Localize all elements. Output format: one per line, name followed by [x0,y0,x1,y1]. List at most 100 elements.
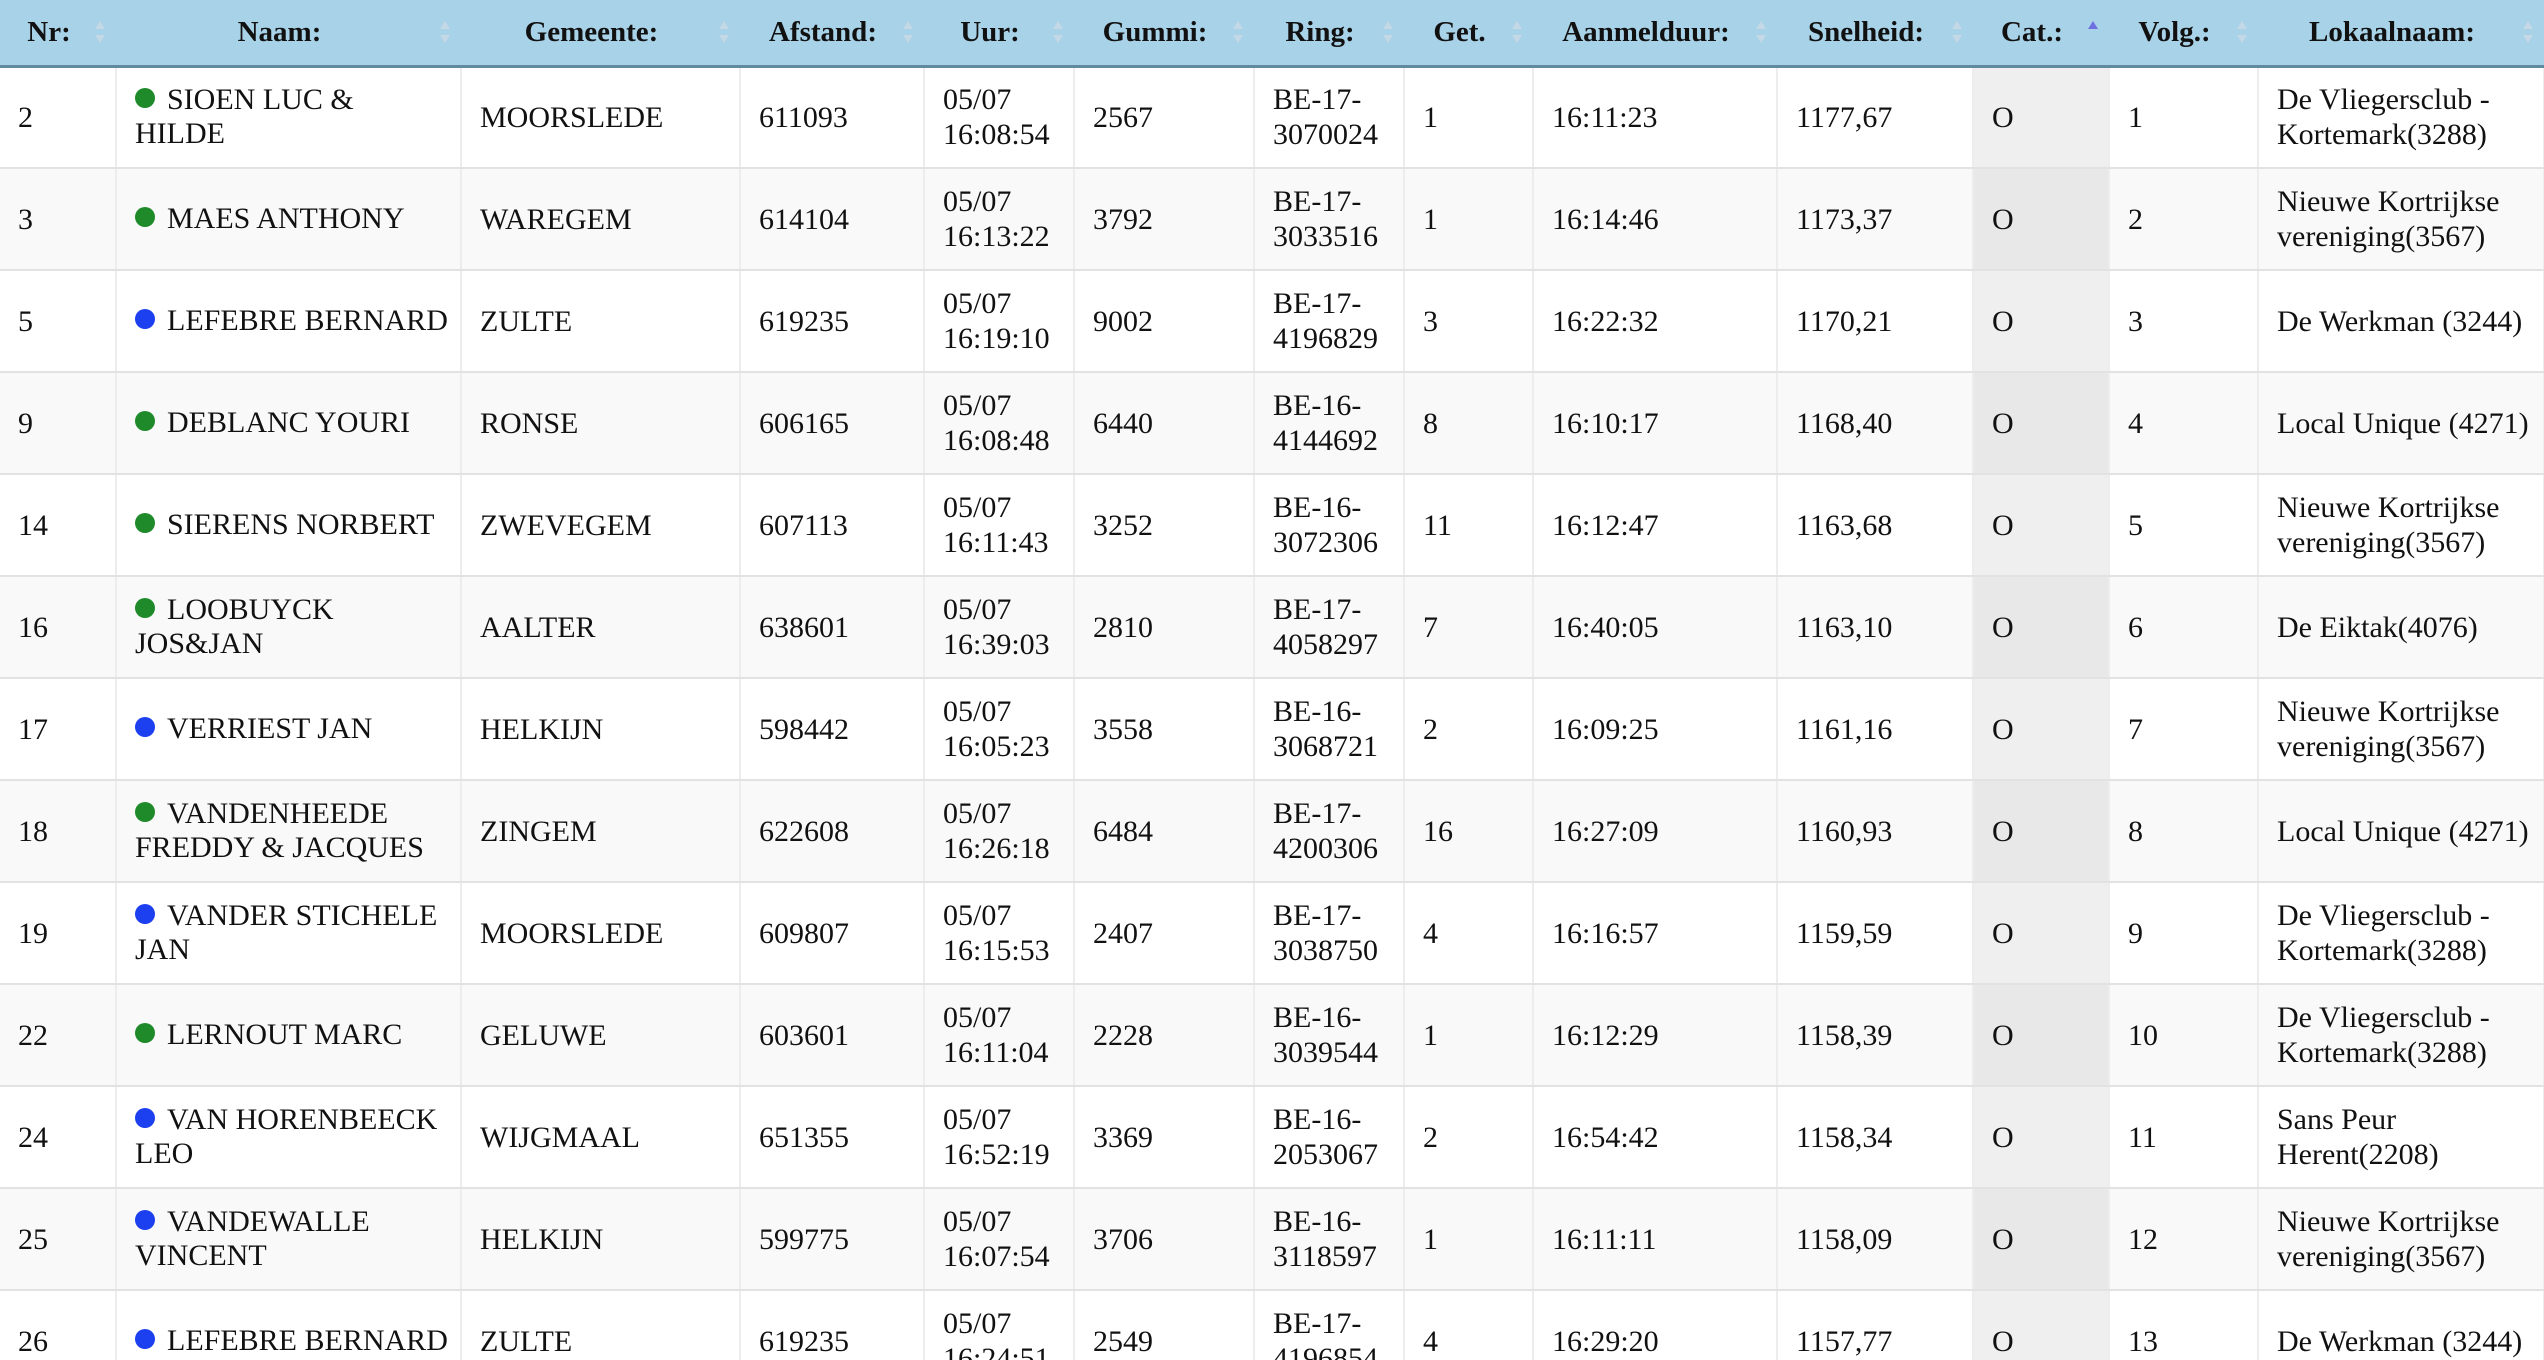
table-row[interactable]: 22 LERNOUT MARC GELUWE 603601 05/07 16:11:04… [0,984,2544,1087]
cell-afstand: 609807 [740,882,925,985]
table-row[interactable]: 5 LEFEBRE BERNARD ZULTE 619235 05/07 16:19:1… [0,270,2544,373]
cell-aanmelduur: 16:12:47 [1533,474,1778,577]
column-header-afstand[interactable]: Afstand: [740,0,924,68]
column-header-aanmelduur[interactable]: Aanmelduur: [1533,0,1777,68]
cell-gummi: 2549 [1074,1290,1255,1360]
cell-nr: 3 [0,168,117,271]
snelheid-text: 1158,34 [1796,1120,1893,1154]
column-header-naam[interactable]: Naam: [116,0,461,68]
snelheid-text: 1168,40 [1796,406,1893,440]
column-header-gemeente[interactable]: Gemeente: [461,0,740,68]
column-header-label: Gummi: [1102,15,1208,48]
cell-ring: BE-16-4144692 [1254,372,1405,475]
column-header-label: Volg.: [2138,15,2211,48]
aanmelduur-text: 16:40:05 [1552,610,1659,644]
cell-snelheid: 1163,10 [1777,576,1974,679]
column-header-lokaal[interactable]: Lokaalnaam: [2258,0,2544,68]
cell-snelheid: 1157,77 [1777,1290,1974,1360]
cell-snelheid: 1158,09 [1777,1188,1974,1291]
cell-volg: 7 [2109,678,2259,781]
nr-text: 24 [18,1120,48,1154]
uur-text: 05/07 16:39:03 [943,593,1050,661]
gummi-text: 2228 [1093,1018,1153,1052]
column-header-label: Lokaalnaam: [2309,15,2475,48]
gemeente-text: ZWEVEGEM [480,508,652,542]
cell-afstand: 614104 [740,168,925,271]
naam-text: LEFEBRE BERNARD [167,304,448,337]
column-header-gummi[interactable]: Gummi: [1074,0,1254,68]
cell-lokaal: Nieuwe Kortrijkse vereniging(3567) [2258,474,2544,577]
gemeente-text: RONSE [480,406,579,440]
cell-snelheid: 1168,40 [1777,372,1974,475]
column-header-ring[interactable]: Ring: [1254,0,1404,68]
cell-gemeente: ZULTE [461,1290,741,1360]
cell-ring: BE-17-4196854 [1254,1290,1405,1360]
cell-nr: 24 [0,1086,117,1189]
table-row[interactable]: 26 LEFEBRE BERNARD ZULTE 619235 05/07 16:24:… [0,1290,2544,1360]
cell-naam: VERRIEST JAN [116,678,462,781]
cell-cat: O [1973,780,2110,883]
ring-text: BE-17-3070024 [1273,83,1378,152]
table-row[interactable]: 9 DEBLANC YOURI RONSE 606165 05/07 16:08:48 6… [0,372,2544,475]
table-row[interactable]: 14 SIERENS NORBERT ZWEVEGEM 607113 05/07 16:… [0,474,2544,577]
cell-cat: O [1973,984,2110,1087]
column-header-snelheid[interactable]: Snelheid: [1777,0,1973,68]
column-header-cat[interactable]: Cat.: [1973,0,2109,68]
afstand-text: 609807 [759,916,849,950]
cell-snelheid: 1161,16 [1777,678,1974,781]
volg-text: 11 [2128,1120,2157,1154]
table-row[interactable]: 3 MAES ANTHONY WAREGEM 614104 05/07 16:13:22… [0,168,2544,271]
table-row[interactable]: 18 VANDENHEEDE FREDDY & JACQUES ZINGEM 6226… [0,780,2544,883]
uur-text: 05/07 16:13:22 [943,185,1050,253]
column-header-nr[interactable]: Nr: [0,0,116,68]
get-text: 2 [1423,712,1438,746]
status-dot-icon [135,207,155,227]
table-row[interactable]: 17 VERRIEST JAN HELKIJN 598442 05/07 16:05:2… [0,678,2544,781]
aanmelduur-text: 16:14:46 [1552,202,1659,236]
volg-text: 10 [2128,1018,2158,1052]
gummi-text: 2810 [1093,610,1153,644]
cell-cat: O [1973,270,2110,373]
cell-aanmelduur: 16:11:23 [1533,66,1778,169]
column-header-uur[interactable]: Uur: [924,0,1074,68]
lokaal-text: Nieuwe Kortrijkse vereniging(3567) [2277,491,2500,559]
column-header-volg[interactable]: Volg.: [2109,0,2258,68]
gummi-text: 3558 [1093,712,1153,746]
sort-arrows-icon [2087,19,2099,45]
uur-text: 05/07 16:05:23 [943,695,1050,763]
table-row[interactable]: 25 VANDEWALLE VINCENT HELKIJN 599775 05/07 1… [0,1188,2544,1291]
cell-nr: 5 [0,270,117,373]
get-text: 7 [1423,610,1438,644]
cell-volg: 13 [2109,1290,2259,1360]
cell-cat: O [1973,372,2110,475]
table-row[interactable]: 19 VANDER STICHELE JAN MOORSLEDE 609807 05/0… [0,882,2544,985]
cell-gemeente: ZULTE [461,270,741,373]
cell-uur: 05/07 16:13:22 [924,168,1075,271]
cell-volg: 10 [2109,984,2259,1087]
uur-text: 05/07 16:52:19 [943,1103,1050,1171]
cell-nr: 16 [0,576,117,679]
cell-lokaal: De Vliegersclub - Kortemark(3288) [2258,66,2544,169]
gummi-text: 6484 [1093,814,1153,848]
table-row[interactable]: 2 SIOEN LUC & HILDE MOORSLEDE 611093 05/07 1… [0,66,2544,169]
cell-ring: BE-16-3039544 [1254,984,1405,1087]
cell-gemeente: HELKIJN [461,678,741,781]
table-row[interactable]: 24 VAN HORENBEECK LEO WIJGMAAL 651355 05/07 … [0,1086,2544,1189]
gemeente-text: HELKIJN [480,712,604,746]
aanmelduur-text: 16:54:42 [1552,1120,1659,1154]
afstand-text: 638601 [759,610,849,644]
status-dot-icon [135,309,155,329]
cell-lokaal: Local Unique (4271) [2258,372,2544,475]
table-row[interactable]: 16 LOOBUYCK JOS&JAN AALTER 638601 05/07 16:3… [0,576,2544,679]
cat-text: O [1992,1324,2014,1358]
column-header-get[interactable]: Get. [1404,0,1533,68]
cell-volg: 3 [2109,270,2259,373]
aanmelduur-text: 16:16:57 [1552,916,1659,950]
cell-gemeente: MOORSLEDE [461,66,741,169]
cell-cat: O [1973,882,2110,985]
volg-text: 12 [2128,1222,2158,1256]
status-dot-icon [135,904,155,924]
header-row: Nr: Naam: Gemeente: Afstand: Uur: Gummi: Ring:… [0,0,2544,68]
get-text: 16 [1423,814,1453,848]
nr-text: 26 [18,1324,48,1358]
